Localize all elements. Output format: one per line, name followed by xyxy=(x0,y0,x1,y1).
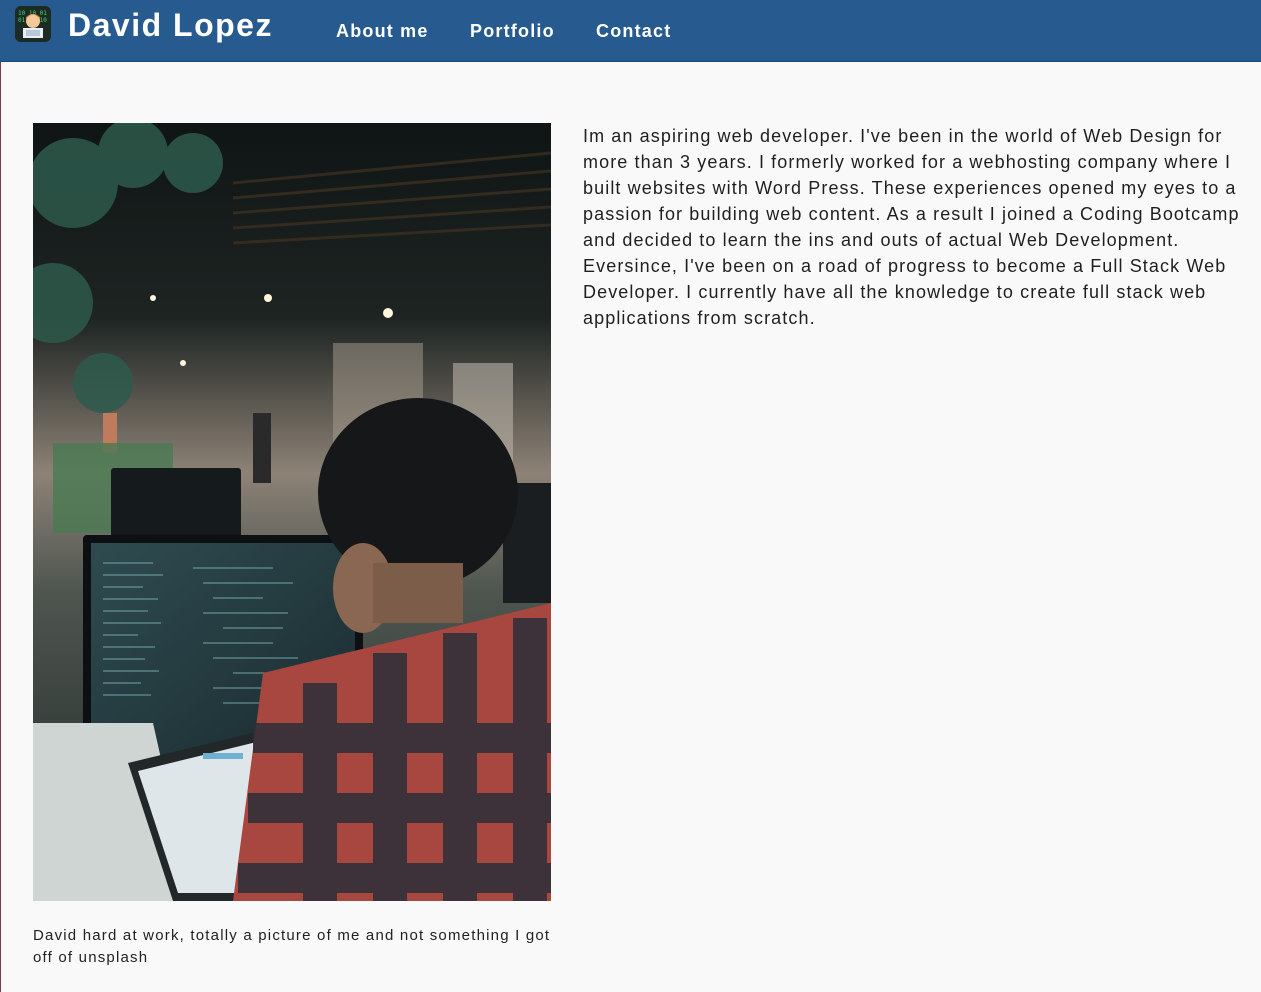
nav-link-contact[interactable]: Contact xyxy=(596,20,671,42)
page-left-border xyxy=(0,62,1,992)
nav-link-about-me[interactable]: About me xyxy=(336,20,429,42)
developer-at-computer-photo xyxy=(33,123,551,901)
nav-link-portfolio[interactable]: Portfolio xyxy=(470,20,555,42)
about-me-paragraph: Im an aspiring web developer. I've been … xyxy=(583,126,1240,328)
developer-avatar-icon[interactable]: 10 10 01 01 11 10 xyxy=(15,6,51,42)
site-title[interactable]: David Lopez xyxy=(68,6,273,44)
top-navbar: 10 10 01 01 11 10 David Lopez About me P… xyxy=(0,0,1261,62)
photo-caption: David hard at work, totally a picture of… xyxy=(33,927,551,966)
